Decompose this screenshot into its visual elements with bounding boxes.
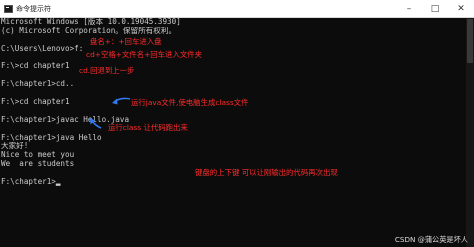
console-line: F:\chapter1>javac Hello.java [1, 115, 130, 124]
run-arrow-icon [90, 118, 102, 129]
console-line: C:\Users\Lenovo>f: [1, 44, 84, 53]
vertical-scrollbar[interactable] [466, 18, 474, 247]
compile-arrow-icon [112, 97, 131, 105]
terminal-icon [4, 4, 13, 13]
scrollbar-thumb[interactable] [467, 19, 473, 63]
console-prompt-line[interactable]: F:\chapter1>▂ [1, 178, 466, 187]
console-line: F:\>cd chapter1 [1, 62, 70, 71]
annotation-cd-folder: cd+空格+文件名+回车进入文件夹 [86, 50, 203, 59]
text-cursor: ▂ [55, 178, 61, 187]
console-output[interactable]: Microsoft Windows [版本 10.0.19045.3930] (… [0, 18, 466, 247]
console-line: F:\chapter1>cd.. [1, 80, 75, 89]
title-bar: 命令提示符 – □ ✕ [0, 0, 474, 18]
console-line: (c) Microsoft Corporation。保留所有权利。 [1, 26, 177, 35]
console-line: 大家好! [1, 142, 29, 151]
watermark: CSDN @蒲公英是坏人 [394, 235, 468, 244]
console-line: F:\chapter1> [1, 178, 56, 187]
console-line: Microsoft Windows [版本 10.0.19045.3930] [1, 18, 181, 26]
close-button[interactable]: ✕ [448, 0, 474, 17]
console-line: F:\chapter1>java Hello [1, 133, 102, 142]
annotation-history-keys: 键盘的上下键 可以让刚输出的代码再次出现 [195, 168, 338, 177]
window-controls: – □ ✕ [396, 0, 474, 17]
maximize-button[interactable]: □ [422, 0, 448, 17]
annotation-drive-switch: 盘名+：+回车进入盘 [90, 37, 162, 46]
window-title: 命令提示符 [16, 4, 51, 13]
console-line: Nice to meet you [1, 151, 75, 160]
annotation-compile: 运行java文件,使电脑生成class文件 [131, 98, 249, 107]
annotation-cd-back: cd.回退到上一步 [79, 66, 135, 75]
minimize-button[interactable]: – [396, 0, 422, 17]
annotation-run-class: 运行class 让代码跑出来 [108, 123, 188, 132]
